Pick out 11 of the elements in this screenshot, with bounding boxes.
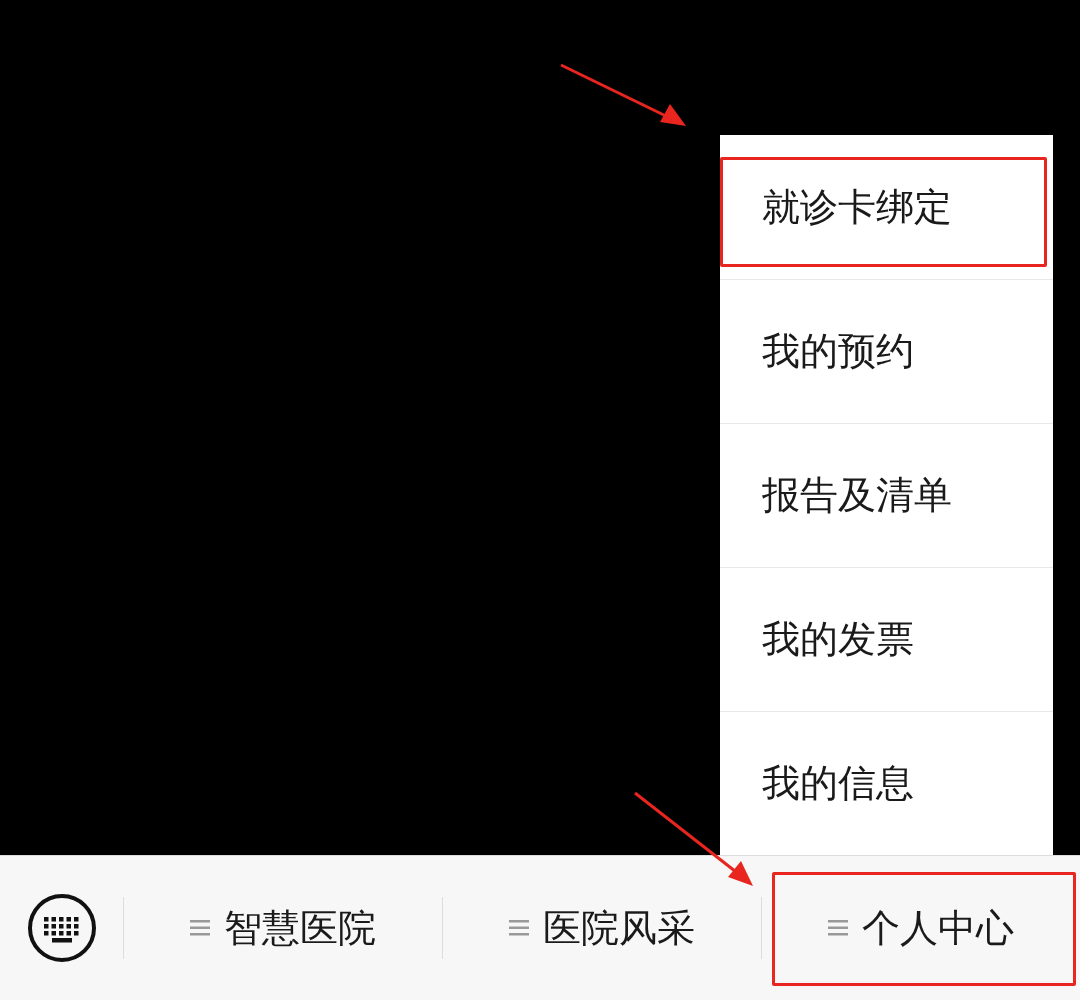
menu-item[interactable]: 我的预约 [720, 279, 1053, 423]
menu-tab[interactable]: 医院风采 [443, 856, 761, 1000]
menu-icon [509, 919, 529, 937]
menu-icon [828, 919, 848, 937]
menu-icon [190, 919, 210, 937]
menu-item[interactable]: 就诊卡绑定 [720, 135, 1053, 279]
keyboard-icon[interactable] [26, 893, 97, 963]
menu-item[interactable]: 我的发票 [720, 567, 1053, 711]
menu-tab[interactable]: 智慧医院 [124, 856, 442, 1000]
menu-item[interactable]: 报告及清单 [720, 423, 1053, 567]
menu-tab[interactable]: 个人中心 [762, 856, 1080, 1000]
